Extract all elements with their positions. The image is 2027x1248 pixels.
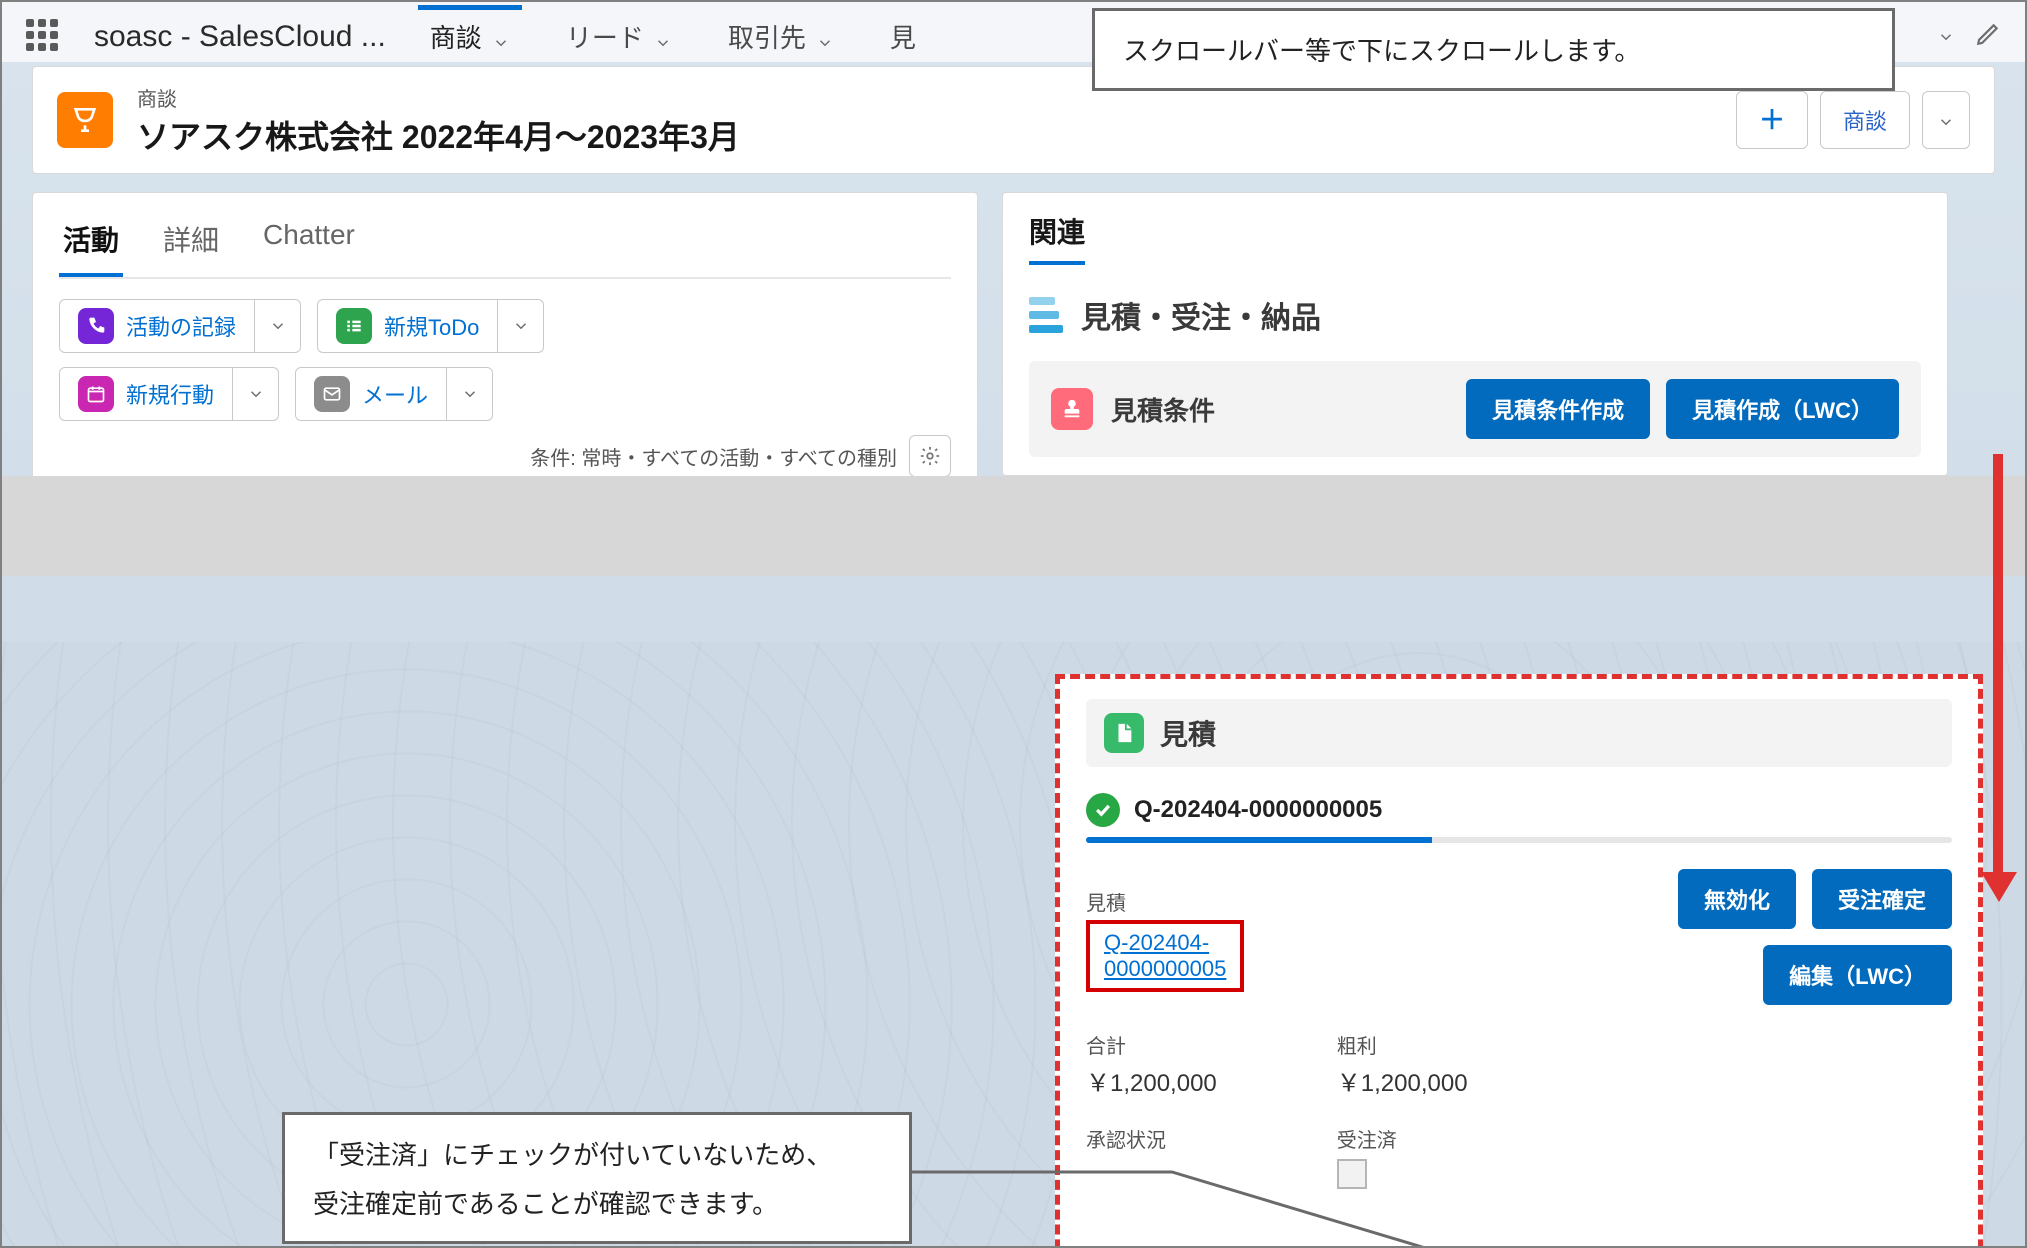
margin-value: ￥1,200,000 bbox=[1337, 1063, 1468, 1098]
annotation-ordered-unchecked: 「受注済」にチェックが付いていないため、 受注確定前であることが確認できます。 bbox=[282, 1112, 912, 1244]
quote-number: Q-202404-0000000005 bbox=[1134, 796, 1382, 824]
button-label: 新規ToDo bbox=[384, 310, 479, 342]
ordered-checkbox[interactable] bbox=[1337, 1159, 1367, 1189]
chevron-down-icon[interactable] bbox=[492, 28, 510, 46]
disable-quote-button[interactable]: 無効化 bbox=[1678, 869, 1796, 929]
quote-link-highlight: Q-202404- 0000000005 bbox=[1086, 920, 1244, 992]
split-caret[interactable] bbox=[233, 367, 279, 421]
tab-related[interactable]: 関連 bbox=[1029, 211, 1085, 265]
create-quote-lwc-button[interactable]: 見積作成（LWC） bbox=[1666, 379, 1899, 439]
edit-pencil-icon[interactable] bbox=[1975, 21, 2001, 53]
chevron-down-icon[interactable] bbox=[816, 28, 834, 46]
app-launcher-icon[interactable] bbox=[26, 19, 62, 55]
margin-label: 粗利 bbox=[1337, 1030, 1468, 1059]
mail-icon bbox=[314, 376, 350, 412]
quote-panel-title: 見積 bbox=[1160, 713, 1216, 753]
link-text-2: 0000000005 bbox=[1104, 956, 1226, 981]
ordered-label: 受注済 bbox=[1337, 1124, 1468, 1153]
chevron-down-icon bbox=[1937, 111, 1955, 129]
nav-tab-label: 取引先 bbox=[728, 18, 806, 55]
create-quote-condition-button[interactable]: 見積条件作成 bbox=[1466, 379, 1650, 439]
calendar-icon bbox=[78, 376, 114, 412]
chevron-down-icon bbox=[247, 385, 265, 403]
quote-link-label: 見積 bbox=[1086, 887, 1638, 916]
nav-tab-account[interactable]: 取引先 bbox=[716, 5, 846, 69]
group-title-text: 見積・受注・納品 bbox=[1081, 293, 1321, 337]
quote-body: 見積 Q-202404- 0000000005 合計 ￥1,200,000 承認… bbox=[1086, 869, 1952, 1189]
left-tabs: 活動 詳細 Chatter bbox=[59, 211, 951, 279]
document-icon bbox=[1104, 713, 1144, 753]
quote-number-row: Q-202404-0000000005 bbox=[1086, 793, 1952, 827]
button-label: 商談 bbox=[1843, 104, 1887, 136]
log-activity-button[interactable]: 活動の記録 bbox=[59, 299, 301, 353]
button-label: 活動の記録 bbox=[126, 310, 236, 342]
chevron-down-icon[interactable] bbox=[1937, 28, 1955, 46]
new-event-button[interactable]: 新規行動 bbox=[59, 367, 279, 421]
header-more-button[interactable] bbox=[1922, 91, 1970, 149]
total-value: ￥1,200,000 bbox=[1086, 1063, 1217, 1098]
record-header-actions: ＋ 商談 bbox=[1736, 91, 1970, 149]
chevron-down-icon[interactable] bbox=[654, 28, 672, 46]
phone-icon bbox=[78, 308, 114, 344]
annotation-text: スクロールバー等で下にスクロールします。 bbox=[1123, 36, 1640, 66]
nav-tab-label: 商談 bbox=[430, 18, 482, 55]
check-circle-icon bbox=[1086, 793, 1120, 827]
stripe-icon bbox=[1029, 297, 1063, 333]
tab-detail[interactable]: 詳細 bbox=[159, 211, 223, 277]
annotation-scroll-hint: スクロールバー等で下にスクロールします。 bbox=[1092, 8, 1895, 91]
nav-utility bbox=[1937, 21, 2001, 53]
new-mail-button[interactable]: メール bbox=[295, 367, 493, 421]
nav-tab-partial[interactable]: 見 bbox=[878, 5, 916, 69]
quote-panel-header: 見積 bbox=[1086, 699, 1952, 767]
link-text-1: Q-202404- bbox=[1104, 930, 1209, 955]
chevron-down-icon bbox=[512, 317, 530, 335]
nav-tab-opportunity[interactable]: 商談 bbox=[418, 5, 522, 69]
record-title: ソアスク株式会社 2022年4月～2023年3月 bbox=[137, 112, 740, 158]
split-caret[interactable] bbox=[447, 367, 493, 421]
related-card: 関連 見積・受注・納品 見積条件 見積条件作成 見積作成（LWC） bbox=[1002, 192, 1948, 476]
total-label: 合計 bbox=[1086, 1030, 1217, 1059]
annotation-line-1: 「受注済」にチェックが付いていないため、 bbox=[313, 1135, 881, 1172]
record-header-text: 商談 ソアスク株式会社 2022年4月～2023年3月 bbox=[137, 83, 740, 158]
app-frame: soasc - SalesCloud ... 商談 リード 取引先 見 スクロー… bbox=[0, 0, 2027, 1248]
nav-tab-lead[interactable]: リード bbox=[554, 5, 684, 69]
split-caret[interactable] bbox=[498, 299, 544, 353]
stamp-icon bbox=[1051, 388, 1093, 430]
confirm-order-button[interactable]: 受注確定 bbox=[1812, 869, 1952, 929]
quote-metrics: 合計 ￥1,200,000 承認状況 粗利 ￥1,200,000 受注済 bbox=[1086, 1012, 1638, 1189]
new-action-button[interactable]: ＋ bbox=[1736, 91, 1808, 149]
quote-progress-bar bbox=[1086, 837, 1952, 843]
quote-action-buttons: 無効化 受注確定 編集（LWC） bbox=[1678, 869, 1952, 1005]
quote-condition-panel: 見積条件 見積条件作成 見積作成（LWC） bbox=[1029, 361, 1921, 457]
related-opportunity-button[interactable]: 商談 bbox=[1820, 91, 1910, 149]
activity-actions-2: 新規行動 メール bbox=[59, 367, 951, 421]
chevron-down-icon bbox=[269, 317, 287, 335]
total-metric: 合計 ￥1,200,000 承認状況 bbox=[1086, 1012, 1217, 1189]
object-label: 商談 bbox=[137, 83, 740, 112]
activity-actions: 活動の記録 新規ToDo bbox=[59, 299, 951, 353]
quote-fields-left: 見積 Q-202404- 0000000005 合計 ￥1,200,000 承認… bbox=[1086, 869, 1638, 1189]
record-stage: 商談 ソアスク株式会社 2022年4月～2023年3月 ＋ 商談 活動 詳細 C… bbox=[2, 62, 2025, 1246]
quote-condition-title: 見積条件 bbox=[1111, 391, 1215, 428]
opportunity-icon bbox=[57, 92, 113, 148]
checklist-icon bbox=[336, 308, 372, 344]
new-todo-button[interactable]: 新規ToDo bbox=[317, 299, 544, 353]
chevron-down-icon bbox=[461, 385, 479, 403]
app-name: soasc - SalesCloud ... bbox=[94, 20, 386, 54]
edit-quote-lwc-button[interactable]: 編集（LWC） bbox=[1763, 945, 1952, 1005]
nav-tab-label: リード bbox=[566, 18, 644, 55]
tab-activity[interactable]: 活動 bbox=[59, 211, 123, 277]
button-label: 新規行動 bbox=[126, 378, 214, 410]
nav-tab-label: 見 bbox=[890, 18, 916, 55]
approval-label: 承認状況 bbox=[1086, 1124, 1217, 1153]
tab-chatter[interactable]: Chatter bbox=[259, 211, 359, 277]
quote-detail-highlight: 見積 Q-202404-0000000005 見積 Q-202404- 0000… bbox=[1055, 674, 1983, 1246]
margin-metric: 粗利 ￥1,200,000 受注済 bbox=[1337, 1012, 1468, 1189]
button-label: メール bbox=[362, 378, 428, 410]
annotation-line-2: 受注確定前であることが確認できます。 bbox=[313, 1184, 881, 1221]
quote-record-link[interactable]: Q-202404- 0000000005 bbox=[1104, 930, 1226, 981]
content-omitted-separator bbox=[2, 476, 2025, 576]
split-caret[interactable] bbox=[255, 299, 301, 353]
related-group-title: 見積・受注・納品 bbox=[1029, 293, 1921, 337]
